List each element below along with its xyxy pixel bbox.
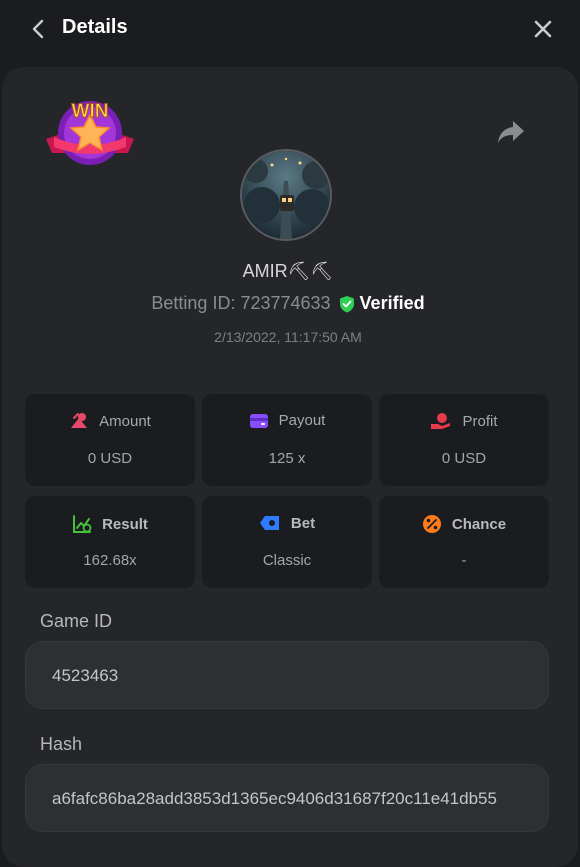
close-button[interactable] (532, 18, 554, 40)
bet-icon (259, 516, 279, 530)
stat-amount: Amount 0 USD (25, 394, 195, 486)
result-icon (73, 515, 92, 533)
amount-icon (71, 413, 88, 428)
verified-badge: Verified (339, 293, 425, 314)
hash-label: Hash (40, 734, 83, 754)
hash-field[interactable]: a6fafc86ba28add3853d1365ec9406d31687f20c… (25, 764, 549, 832)
username: AMIR⛏⛏ (242, 261, 334, 281)
stat-chance: Chance - (379, 496, 549, 588)
avatar (240, 149, 332, 241)
stat-value: 125 x (268, 450, 306, 467)
details-panel: WIN AMIR⛏⛏ Betting ID: 723774633 Verifie… (2, 67, 578, 867)
share-button[interactable] (496, 119, 526, 145)
win-badge-icon: WIN (46, 101, 134, 165)
stat-label: Result (102, 515, 148, 533)
game-id-value: 4523463 (52, 666, 119, 685)
chance-icon (422, 515, 441, 533)
page-title: Details (62, 16, 128, 38)
hash-value: a6fafc86ba28add3853d1365ec9406d31687f20c… (52, 789, 497, 808)
betting-id-row: Betting ID: 723774633 Verified (2, 293, 574, 314)
game-id-field[interactable]: 4523463 (25, 641, 549, 709)
shield-check-icon (339, 295, 354, 312)
stat-value: Classic (262, 552, 312, 569)
back-button[interactable] (28, 18, 48, 40)
stat-label: Amount (99, 412, 151, 430)
stat-value: 0 USD (441, 450, 487, 467)
stat-label: Chance (451, 515, 507, 533)
close-icon (534, 20, 552, 38)
share-icon (498, 121, 524, 143)
verified-label: Verified (359, 293, 425, 313)
stat-value: 0 USD (87, 450, 133, 467)
win-badge: WIN (42, 97, 138, 169)
betting-id: Betting ID: 723774633 (151, 293, 331, 313)
stat-bet: Bet Classic (202, 496, 372, 588)
stat-label: Payout (278, 412, 326, 429)
header: Details (0, 0, 580, 60)
stat-value: - (461, 552, 467, 569)
chevron-left-icon (32, 19, 44, 39)
stat-profit: Profit 0 USD (379, 394, 549, 486)
payout-icon (249, 413, 268, 428)
stat-result: Result 162.68x (25, 496, 195, 588)
game-id-label: Game ID (40, 611, 113, 631)
stat-payout: Payout 125 x (202, 394, 372, 486)
avatar-image (242, 151, 330, 239)
stat-value: 162.68x (83, 552, 137, 569)
profit-icon (431, 413, 451, 429)
win-badge-text: WIN (72, 101, 109, 122)
stat-label: Bet (290, 514, 316, 532)
stat-label: Profit (462, 412, 498, 430)
timestamp: 2/13/2022, 11:17:50 AM (214, 329, 362, 345)
